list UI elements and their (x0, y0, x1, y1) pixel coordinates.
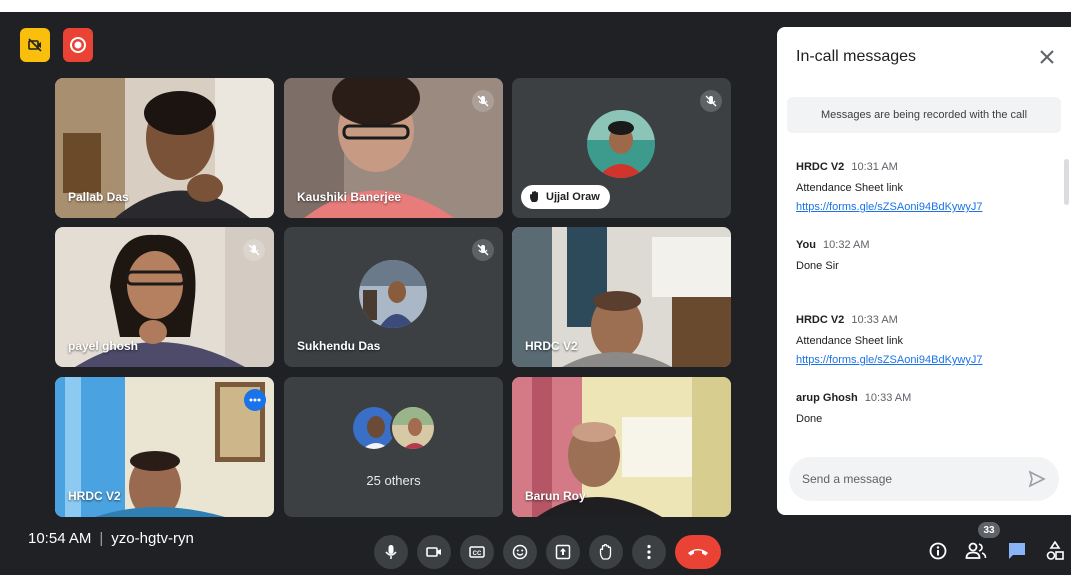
participant-name: Pallab Das (68, 190, 129, 204)
mic-off-icon (477, 244, 489, 256)
others-tile[interactable]: 25 others (284, 377, 503, 517)
avatar (359, 260, 427, 328)
captions-button[interactable]: CC (460, 535, 494, 569)
meeting-details-button[interactable] (925, 538, 951, 564)
chat-button[interactable] (1004, 538, 1030, 564)
message-text: Attendance Sheet link (796, 182, 904, 194)
muted-indicator (472, 90, 494, 112)
raise-hand-icon (599, 544, 612, 560)
participant-name: Ujjal Oraw (546, 191, 600, 203)
message-sender: You (796, 239, 816, 251)
svg-text:CC: CC (473, 551, 482, 557)
close-icon[interactable] (1037, 47, 1057, 67)
participant-tile-active[interactable]: HRDC V2 (55, 377, 274, 517)
muted-indicator (700, 90, 722, 112)
recording-badge[interactable] (63, 28, 93, 62)
message-time: 10:32 AM (823, 239, 870, 251)
participant-name: Sukhendu Das (297, 339, 381, 353)
participant-tile[interactable]: Sukhendu Das (284, 227, 503, 367)
others-count-label: 25 others (366, 473, 421, 488)
message-input-placeholder: Send a message (802, 472, 893, 486)
message-text: Done Sir (796, 260, 839, 272)
message-sender: HRDC V2 (796, 314, 845, 326)
participant-tile[interactable]: payel ghosh (55, 227, 274, 367)
meeting-info: 10:54 AM | yzo-hgtv-ryn (28, 530, 194, 547)
avatar (390, 405, 436, 451)
participant-name: HRDC V2 (525, 339, 578, 353)
end-call-button[interactable] (675, 535, 721, 569)
emoji-icon (512, 544, 528, 560)
name-pill: Ujjal Oraw (521, 185, 610, 209)
mic-button[interactable] (374, 535, 408, 569)
muted-indicator (472, 239, 494, 261)
video-off-badge[interactable] (20, 28, 50, 62)
participant-tile[interactable]: Kaushiki Banerjee (284, 78, 503, 218)
message-time: 10:31 AM (851, 161, 898, 173)
meeting-code: yzo-hgtv-ryn (111, 530, 194, 547)
chat-message: HRDC V2 10:33 AM Attendance Sheet link h… (796, 314, 1051, 370)
participants-count-badge: 33 (978, 522, 1000, 538)
send-icon[interactable] (1027, 469, 1047, 489)
mic-icon (385, 545, 397, 559)
camera-button[interactable] (417, 535, 451, 569)
present-icon (555, 544, 571, 560)
info-icon (929, 542, 947, 560)
participant-tile[interactable]: Pallab Das (55, 78, 274, 218)
participant-name: Kaushiki Banerjee (297, 190, 402, 204)
activities-button[interactable] (1042, 538, 1068, 564)
captions-icon: CC (469, 546, 485, 558)
activities-icon (1046, 541, 1064, 560)
people-icon (965, 542, 987, 559)
message-sender: arup Ghosh (796, 392, 858, 404)
more-horizontal-icon (249, 398, 261, 402)
participant-tile[interactable]: HRDC V2 (512, 227, 731, 367)
raise-hand-button[interactable] (589, 535, 623, 569)
raise-hand-icon (530, 191, 538, 202)
panel-title: In-call messages (796, 48, 917, 65)
participant-name: payel ghosh (68, 339, 139, 353)
separator: | (99, 530, 104, 547)
present-button[interactable] (546, 535, 580, 569)
chat-panel: In-call messages Messages are being reco… (777, 27, 1071, 515)
chat-message: arup Ghosh 10:33 AM Done (796, 392, 1051, 429)
people-button[interactable] (963, 538, 989, 564)
record-icon (70, 37, 86, 53)
message-link[interactable]: https://forms.gle/sZSAoni94BdKywyJ7 (796, 198, 1051, 217)
current-time: 10:54 AM (28, 530, 92, 547)
message-text: Done (796, 413, 823, 425)
recording-notice: Messages are being recorded with the cal… (787, 97, 1061, 133)
scrollbar[interactable] (1064, 159, 1069, 205)
message-list: HRDC V2 10:31 AM Attendance Sheet link h… (796, 161, 1051, 451)
more-options-button[interactable] (244, 389, 266, 411)
message-input[interactable]: Send a message (789, 457, 1059, 501)
mic-off-icon (477, 95, 489, 107)
participant-name: Barun Roy (525, 489, 586, 503)
participant-tile[interactable]: Ujjal Oraw (512, 78, 731, 218)
video-off-icon (28, 38, 42, 52)
chat-message: HRDC V2 10:31 AM Attendance Sheet link h… (796, 161, 1051, 217)
message-time: 10:33 AM (851, 314, 898, 326)
participant-name: HRDC V2 (68, 489, 121, 503)
message-link[interactable]: https://forms.gle/sZSAoni94BdKywyJ7 (796, 351, 1051, 370)
muted-indicator (243, 239, 265, 261)
message-text: Attendance Sheet link (796, 335, 904, 347)
chat-message: You 10:32 AM Done Sir (796, 239, 1051, 276)
reactions-button[interactable] (503, 535, 537, 569)
participant-tile[interactable]: Barun Roy (512, 377, 731, 517)
message-sender: HRDC V2 (796, 161, 845, 173)
more-options-icon (647, 544, 651, 560)
avatar (587, 110, 655, 178)
chat-icon (1009, 543, 1025, 559)
end-call-icon (688, 549, 708, 556)
camera-icon (426, 547, 441, 557)
mic-off-icon (248, 244, 260, 256)
mic-off-icon (705, 95, 717, 107)
more-options-button[interactable] (632, 535, 666, 569)
message-time: 10:33 AM (864, 392, 912, 404)
